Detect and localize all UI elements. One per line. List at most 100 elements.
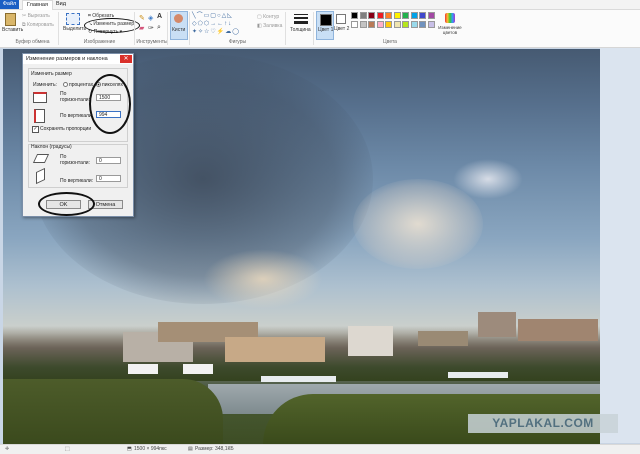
brush-icon [174, 14, 183, 23]
skew-v-input[interactable]: 0 [96, 175, 121, 182]
shapes-row-1: ╲⌒▭▢○△◺ [192, 13, 233, 19]
resize-dialog: Изменение размеров и наклона ✕ Изменить … [22, 53, 134, 217]
clipboard-group-label: Буфер обмена [15, 39, 50, 45]
fill-button[interactable]: ◧ Заливка [257, 23, 282, 29]
color-swatch[interactable] [427, 21, 435, 28]
paste-label: Вставить [2, 27, 24, 33]
color-swatch[interactable] [368, 21, 375, 28]
color1-label: Цвет 1 [318, 27, 334, 33]
colors-group-label: Цвета [383, 39, 397, 45]
pixels-ink-circle [89, 74, 131, 134]
vertical-resize-icon [34, 109, 45, 123]
resize-ink-circle [84, 18, 140, 33]
color1-button[interactable]: Цвет 1 [316, 11, 334, 40]
color-swatch[interactable] [359, 21, 367, 28]
cut-label: Вырезать [27, 13, 50, 19]
color-swatch[interactable] [393, 12, 401, 19]
color-swatch[interactable] [393, 21, 401, 28]
size-button[interactable]: Толщина [290, 12, 312, 38]
white-cloud [453, 159, 523, 199]
boat [448, 372, 508, 378]
color-swatch[interactable] [402, 21, 409, 28]
cut-button[interactable]: ✂ Вырезать [22, 13, 50, 19]
empty-color-slot[interactable] [410, 30, 418, 32]
empty-color-slot[interactable] [393, 30, 401, 32]
image-group-label: Изображение [83, 39, 116, 45]
vertical-label: По вертикали: [60, 113, 94, 119]
copy-button[interactable]: ⧉ Копировать [22, 22, 54, 28]
empty-color-slot[interactable] [368, 30, 375, 32]
separator [313, 12, 314, 45]
file-size: Размер: 348,1КБ [195, 446, 234, 452]
separator [167, 12, 168, 45]
paste-button[interactable]: Вставить [2, 12, 23, 36]
text-icon[interactable]: A [157, 13, 162, 20]
empty-color-slot[interactable] [385, 30, 392, 32]
color-swatch[interactable] [410, 21, 418, 28]
color-swatch[interactable] [376, 21, 384, 28]
ribbon: Вставить ✂ Вырезать ⧉ Копировать Буфер о… [0, 10, 640, 48]
separator [58, 12, 59, 45]
color-swatch[interactable] [427, 12, 435, 19]
select-label: Выделить [63, 26, 87, 32]
empty-color-slot[interactable] [419, 30, 426, 32]
selection-icon: ⬚ [65, 446, 70, 452]
dialog-title: Изменение размеров и наклона [26, 56, 108, 62]
separator [189, 12, 190, 45]
empty-color-slot[interactable] [376, 30, 384, 32]
color-swatch[interactable] [376, 12, 384, 19]
color-swatch[interactable] [351, 12, 358, 19]
color-swatch[interactable] [419, 12, 426, 19]
tools-group-label: Инструменты [136, 39, 168, 45]
select-icon [66, 13, 80, 25]
magnifier-icon[interactable]: ⌕ [157, 24, 161, 32]
color-swatch[interactable] [402, 12, 409, 19]
select-button[interactable]: Выделить [63, 12, 87, 38]
dialog-titlebar[interactable]: Изменение размеров и наклона ✕ [23, 54, 133, 64]
separator [285, 12, 286, 45]
color-swatch[interactable] [368, 12, 375, 19]
color-swatch[interactable] [385, 21, 392, 28]
building [348, 326, 393, 356]
empty-color-slot[interactable] [402, 30, 409, 32]
copy-label: Копировать [26, 22, 54, 28]
tab-file[interactable]: Файл [0, 0, 19, 9]
tab-view[interactable]: Вид [52, 0, 70, 9]
by-label: Изменить: [33, 82, 57, 88]
tab-home[interactable]: Главная [22, 0, 53, 10]
color2-label: Цвет 2 [334, 26, 350, 32]
color-swatch[interactable] [351, 21, 358, 28]
empty-color-slot[interactable] [351, 30, 358, 32]
building [225, 337, 325, 362]
empty-color-slot[interactable] [427, 30, 435, 32]
color-swatch[interactable] [419, 21, 426, 28]
empty-color-slot[interactable] [359, 30, 367, 32]
shapes-gallery[interactable]: ╲⌒▭▢○△◺ ◇⬠⬡→←↑↓ ✦✧☆♡⚡☁◯ [192, 12, 250, 36]
close-icon[interactable]: ✕ [120, 55, 132, 63]
brushes-label: Кисти [172, 27, 186, 33]
keep-ratio-label: Сохранять пропорции [40, 126, 92, 132]
fill-icon[interactable]: ◈ [148, 14, 153, 22]
skew-h-label: По горизонтали: [60, 154, 90, 166]
building [518, 319, 598, 341]
pencil-icon[interactable]: ✎ [139, 14, 145, 22]
shapes-group-label: Фигуры [228, 39, 247, 45]
edit-colors-button[interactable]: Изменение цветов [437, 11, 463, 38]
tools-grid: ✎ ◈ A ▰ ✑ ⌕ [138, 13, 166, 35]
brushes-button[interactable]: Кисти [170, 11, 188, 40]
outline-button[interactable]: ▢ Контур [257, 14, 279, 20]
color-picker-icon[interactable]: ✑ [148, 24, 154, 32]
color-swatch[interactable] [385, 12, 392, 19]
horizontal-label: По горизонтали: [60, 91, 90, 103]
shapes-row-2: ◇⬠⬡→←↑↓ [192, 21, 233, 27]
color-swatch[interactable] [410, 12, 418, 19]
size-label: Толщина [290, 27, 311, 33]
color2-button[interactable]: Цвет 2 [334, 11, 350, 38]
color1-swatch [320, 14, 332, 26]
eraser-icon[interactable]: ▰ [139, 24, 144, 32]
color2-swatch [336, 14, 346, 24]
percent-radio[interactable] [63, 82, 68, 87]
keep-ratio-checkbox[interactable]: ✓ [32, 126, 39, 133]
skew-h-input[interactable]: 0 [96, 157, 121, 164]
color-swatch[interactable] [359, 12, 367, 19]
